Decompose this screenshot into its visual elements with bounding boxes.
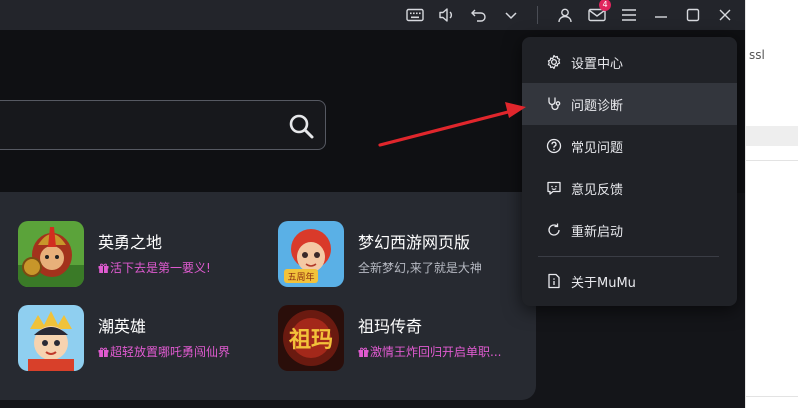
game-description-text: 活下去是第一要义! — [110, 261, 211, 275]
menu-item-about[interactable]: 关于MuMu — [522, 260, 737, 302]
divider — [746, 396, 798, 397]
game-description: 活下去是第一要义! — [98, 259, 211, 276]
stethoscope-icon — [545, 95, 563, 113]
keyboard-icon[interactable] — [404, 4, 426, 26]
menu-item-label: 重新启动 — [571, 224, 624, 240]
volume-icon[interactable] — [436, 4, 458, 26]
maximize-icon[interactable] — [682, 4, 704, 26]
menu-item-label: 意见反馈 — [571, 182, 624, 198]
game-card[interactable]: 潮英雄 超轻放置哪吒勇闯仙界 — [18, 305, 268, 375]
menu-item-label: 设置中心 — [571, 56, 624, 72]
menu-divider — [538, 256, 719, 257]
game-cover: 祖玛 — [278, 305, 344, 371]
info-icon — [545, 272, 563, 290]
cover-badge-text: 五周年 — [287, 271, 314, 283]
background-window: ssl — [745, 0, 798, 408]
main-menu-dropdown: 设置中心 问题诊断 常见问题 意见反馈 重新启动 关于MuMu — [522, 37, 737, 306]
menu-item-feedback[interactable]: 意见反馈 — [522, 167, 737, 209]
undo-icon[interactable] — [468, 4, 490, 26]
mail-icon[interactable]: 4 — [586, 0, 611, 26]
mail-badge: 4 — [599, 0, 611, 11]
menu-item-restart[interactable]: 重新启动 — [522, 209, 737, 251]
game-cover: 五周年 — [278, 221, 344, 287]
mumu-window: 4 英勇之地 活下去是第一要义! 五周年 梦幻西游网页版 全新梦幻,来了就是大神… — [0, 0, 745, 408]
menu-item-faq[interactable]: 常见问题 — [522, 125, 737, 167]
game-description-text: 超轻放置哪吒勇闯仙界 — [110, 345, 231, 359]
menu-item-settings[interactable]: 设置中心 — [522, 41, 737, 83]
menu-item-label: 关于MuMu — [571, 275, 636, 291]
game-description: 全新梦幻,来了就是大神 — [358, 261, 482, 275]
game-title: 潮英雄 — [98, 317, 147, 336]
gear-icon — [545, 53, 563, 71]
game-recommendations: 英勇之地 活下去是第一要义! 五周年 梦幻西游网页版 全新梦幻,来了就是大神 潮… — [0, 192, 536, 400]
user-icon[interactable] — [554, 4, 576, 26]
game-description: 超轻放置哪吒勇闯仙界 — [98, 343, 230, 360]
minimize-icon[interactable] — [650, 4, 672, 26]
game-description-text: 激情王炸回归开启单职... — [370, 345, 502, 359]
question-icon — [545, 137, 563, 155]
background-window-row — [746, 126, 798, 146]
chevron-down-icon[interactable] — [500, 4, 522, 26]
game-card[interactable]: 英勇之地 活下去是第一要义! — [18, 221, 268, 291]
close-icon[interactable] — [714, 4, 736, 26]
gift-icon — [98, 347, 109, 357]
restart-icon — [545, 221, 563, 239]
background-window-text: ssl — [749, 48, 765, 62]
menu-item-label: 问题诊断 — [571, 98, 624, 114]
menu-item-label: 常见问题 — [571, 140, 624, 156]
feedback-icon — [545, 179, 563, 197]
menu-item-diagnose[interactable]: 问题诊断 — [522, 83, 737, 125]
gift-icon — [98, 263, 109, 273]
game-card[interactable]: 五周年 梦幻西游网页版 全新梦幻,来了就是大神 — [278, 221, 528, 291]
gift-icon — [358, 347, 369, 357]
game-title: 祖玛传奇 — [358, 317, 423, 336]
game-title: 英勇之地 — [98, 233, 163, 252]
titlebar-divider — [537, 6, 538, 24]
cover-title-text: 祖玛 — [289, 327, 333, 353]
game-title: 梦幻西游网页版 — [358, 233, 471, 252]
game-cover — [18, 221, 84, 287]
game-description: 激情王炸回归开启单职... — [358, 343, 501, 360]
title-bar: 4 — [0, 0, 745, 30]
game-cover — [18, 305, 84, 371]
game-card[interactable]: 祖玛 祖玛传奇 激情王炸回归开启单职... — [278, 305, 528, 375]
search-icon[interactable] — [287, 112, 315, 140]
divider — [746, 160, 798, 161]
menu-icon[interactable] — [618, 4, 640, 26]
search-bar[interactable] — [0, 100, 326, 150]
